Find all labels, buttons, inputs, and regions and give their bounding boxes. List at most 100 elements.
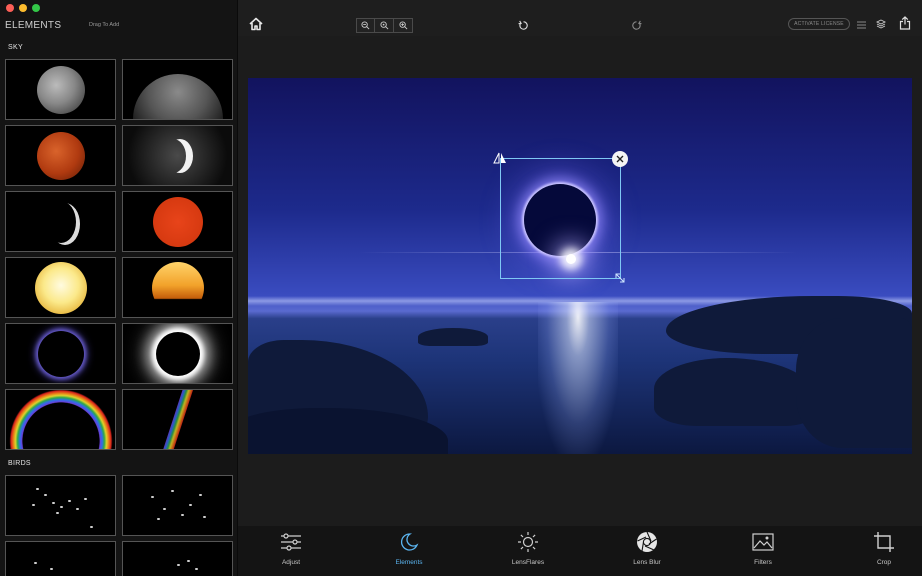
flip-icon <box>493 152 506 164</box>
window-controls <box>6 4 40 12</box>
element-tile-blue-eclipse[interactable] <box>5 323 116 384</box>
home-icon <box>249 17 263 31</box>
element-tile-white-eclipse[interactable] <box>122 323 233 384</box>
bird-mark <box>84 498 87 500</box>
bird-mark <box>60 506 63 508</box>
element-tile-rainbow[interactable] <box>5 389 116 450</box>
rock-mid <box>418 328 488 346</box>
activate-license-button[interactable]: ACTIVATE LICENSE <box>788 18 850 30</box>
element-tile-crescent-clouds[interactable] <box>122 125 233 186</box>
bird-mark <box>195 568 198 570</box>
resize-handle[interactable] <box>614 272 626 284</box>
element-tile-birds-3[interactable] <box>5 541 116 576</box>
element-tile-birds-1[interactable] <box>5 475 116 536</box>
top-toolbar: ACTIVATE LICENSE <box>238 0 922 36</box>
zoom-in-icon <box>398 21 407 30</box>
tab-adjust[interactable]: Adjust <box>256 530 326 574</box>
minimize-window-button[interactable] <box>19 4 27 12</box>
zoom-out-icon <box>361 21 370 30</box>
thin-crescent-thumb <box>46 201 76 243</box>
sunset-thumb <box>151 261 204 314</box>
red-moon-thumb <box>36 131 85 180</box>
bird-mark <box>32 504 35 506</box>
crop-icon <box>872 530 896 554</box>
tab-lensflares-label: LensFlares <box>511 559 545 566</box>
menu-button[interactable] <box>855 19 867 31</box>
bird-mark <box>34 562 37 564</box>
layers-icon <box>876 19 886 29</box>
white-eclipse-thumb <box>155 331 200 376</box>
section-label-sky: SKY <box>8 44 23 51</box>
zoom-in-button[interactable] <box>394 18 413 33</box>
bird-mark <box>199 494 202 496</box>
bird-mark <box>52 502 55 504</box>
bird-mark <box>90 526 93 528</box>
element-tile-full-moon[interactable] <box>5 59 116 120</box>
zoom-fit-button[interactable] <box>375 18 394 33</box>
element-tile-thin-crescent[interactable] <box>5 191 116 252</box>
zoom-out-button[interactable] <box>356 18 375 33</box>
tab-crop-label: Crop <box>876 559 892 566</box>
bird-mark <box>44 494 47 496</box>
moonlight-reflection <box>538 302 618 454</box>
zoom-fit-icon <box>379 21 388 30</box>
birds-elements-grid <box>5 475 233 576</box>
bird-mark <box>177 564 180 566</box>
photo-canvas[interactable] <box>248 78 912 454</box>
tab-elements[interactable]: Elements <box>374 530 444 574</box>
red-sun-thumb <box>152 196 203 247</box>
bird-mark <box>163 508 166 510</box>
bird-mark <box>181 514 184 516</box>
elements-sidebar: ELEMENTS Drag To Add SKY BIRDS <box>0 0 238 576</box>
tab-lensflares[interactable]: LensFlares <box>493 530 563 574</box>
close-icon <box>616 155 624 163</box>
bottom-tab-bar: Adjust Elements LensFlares Lens Blur Fil… <box>238 526 922 576</box>
tab-filters-label: Filters <box>754 559 772 566</box>
element-tile-birds-2[interactable] <box>122 475 233 536</box>
element-tile-yellow-sun[interactable] <box>5 257 116 318</box>
element-tile-sunset[interactable] <box>122 257 233 318</box>
yellow-sun-thumb <box>34 261 87 314</box>
blue-eclipse-thumb <box>37 330 84 377</box>
rainbow-streak-thumb <box>160 390 195 449</box>
tab-lens-blur-label: Lens Blur <box>633 559 661 566</box>
flip-handle[interactable] <box>492 150 508 166</box>
image-icon <box>751 530 775 554</box>
layers-button[interactable] <box>874 17 888 31</box>
app-window: ELEMENTS Drag To Add SKY BIRDS ACTIVATE … <box>0 0 922 576</box>
tab-filters[interactable]: Filters <box>728 530 798 574</box>
canvas-area <box>238 36 922 526</box>
element-selection-box[interactable] <box>500 158 621 279</box>
aperture-icon <box>635 530 659 554</box>
full-moon-thumb <box>36 65 85 114</box>
element-tile-moon-surface[interactable] <box>122 59 233 120</box>
bird-mark <box>68 500 71 502</box>
close-window-button[interactable] <box>6 4 14 12</box>
remove-element-button[interactable] <box>612 151 628 167</box>
sliders-icon <box>279 530 303 554</box>
bird-mark <box>189 504 192 506</box>
moon-surface-thumb <box>132 74 223 119</box>
sun-icon <box>516 530 540 554</box>
rock-right-mid <box>654 358 814 426</box>
bird-mark <box>203 516 206 518</box>
element-tile-birds-4[interactable] <box>122 541 233 576</box>
tab-elements-label: Elements <box>395 559 423 566</box>
share-button[interactable] <box>897 15 913 31</box>
zoom-window-button[interactable] <box>32 4 40 12</box>
tab-crop[interactable]: Crop <box>849 530 919 574</box>
list-icon <box>856 21 866 29</box>
bird-mark <box>76 508 79 510</box>
bird-mark <box>56 512 59 514</box>
element-tile-red-moon[interactable] <box>5 125 116 186</box>
element-tile-rainbow-streak[interactable] <box>122 389 233 450</box>
rock-right-edge <box>796 318 912 448</box>
element-tile-red-sun[interactable] <box>122 191 233 252</box>
redo-button[interactable] <box>629 18 643 32</box>
home-button[interactable] <box>246 14 266 34</box>
bird-mark <box>50 568 53 570</box>
bird-mark <box>157 518 160 520</box>
sidebar-header: ELEMENTS Drag To Add <box>5 20 233 34</box>
tab-lens-blur[interactable]: Lens Blur <box>612 530 682 574</box>
undo-button[interactable] <box>516 18 530 32</box>
